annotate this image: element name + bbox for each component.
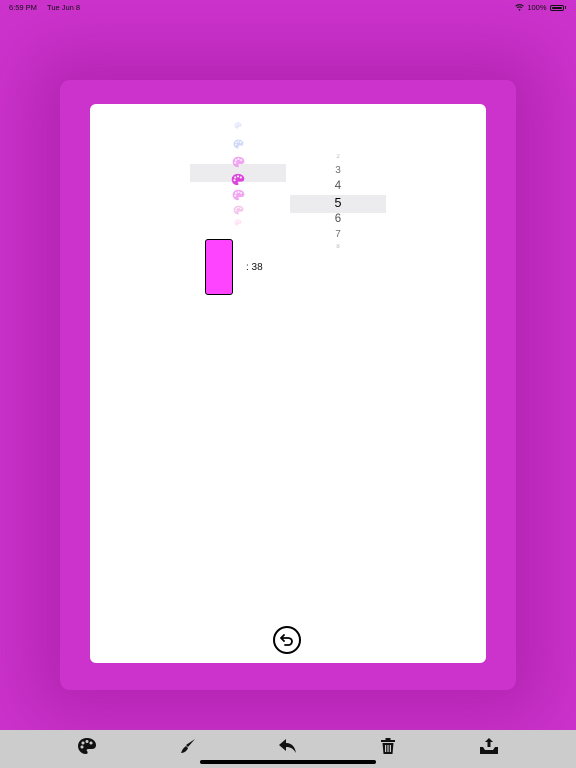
number-option[interactable]: 5 <box>290 197 386 210</box>
palette-tool-button[interactable] <box>75 734 99 758</box>
number-option[interactable]: 8 <box>290 244 386 250</box>
palette-icon <box>232 156 244 168</box>
number-option[interactable]: 3 <box>290 166 386 176</box>
trash-tool-button[interactable] <box>376 734 400 758</box>
battery-icon <box>549 4 564 11</box>
back-button[interactable] <box>273 626 301 654</box>
palette-option[interactable] <box>190 189 286 205</box>
number-option[interactable]: 4 <box>290 180 386 193</box>
number-picker[interactable]: 2 3 4 5 6 7 8 <box>290 152 386 256</box>
undo-icon <box>279 739 296 753</box>
palette-icon <box>233 205 243 215</box>
palette-icon <box>233 139 243 149</box>
palette-option[interactable] <box>190 156 286 172</box>
number-option[interactable]: 7 <box>290 230 386 240</box>
status-left: 6:59 PM Tue Jun 8 <box>9 3 80 12</box>
color-swatch[interactable] <box>205 239 233 295</box>
export-tool-button[interactable] <box>477 734 501 758</box>
export-icon <box>480 738 498 754</box>
palette-option[interactable] <box>190 122 286 138</box>
home-indicator <box>200 760 376 764</box>
palette-icon <box>234 219 242 226</box>
status-bar: 6:59 PM Tue Jun 8 100% <box>0 0 576 14</box>
palette-picker[interactable] <box>190 120 286 226</box>
wifi-icon <box>515 4 525 11</box>
brush-tool-button[interactable] <box>176 734 200 758</box>
status-date: Tue Jun 8 <box>47 3 81 12</box>
palette-icon <box>78 738 96 754</box>
undo-tool-button[interactable] <box>276 734 300 758</box>
palette-icon <box>234 122 242 129</box>
status-right: 100% <box>515 3 566 12</box>
palette-icon <box>232 189 244 201</box>
number-option[interactable]: 2 <box>290 154 386 160</box>
palette-option[interactable] <box>190 219 286 235</box>
battery-percent: 100% <box>527 3 547 12</box>
trash-icon <box>381 738 395 754</box>
status-time: 6:59 PM <box>9 3 37 12</box>
swatch-label: : 38 <box>246 262 263 273</box>
settings-card: 2 3 4 5 6 7 8 : 38 <box>90 104 486 663</box>
brush-icon <box>181 739 195 753</box>
palette-icon <box>231 173 245 186</box>
battery-nub <box>564 6 566 9</box>
palette-option[interactable] <box>190 173 286 189</box>
number-option[interactable]: 6 <box>290 213 386 226</box>
palette-option[interactable] <box>190 139 286 155</box>
return-arrow-icon <box>280 634 293 646</box>
